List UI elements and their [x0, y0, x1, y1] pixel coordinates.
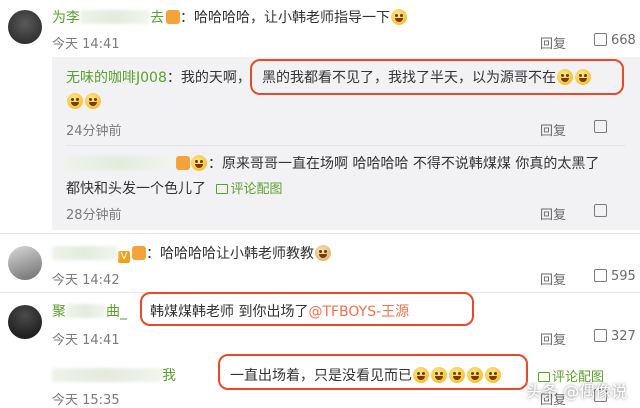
reply-button[interactable]: 回复: [540, 329, 566, 348]
timestamp: 28分钟前: [66, 208, 122, 223]
like-button[interactable]: 668: [594, 33, 636, 48]
reply-button[interactable]: 回复: [540, 33, 566, 52]
thumbs-up-icon: [594, 269, 607, 282]
like-button[interactable]: 595: [594, 269, 636, 284]
timestamp: 今天 15:35: [52, 393, 120, 408]
thumbs-up-icon: [594, 204, 607, 217]
laugh-emoji-icon: [191, 155, 207, 171]
verified-icon: V: [118, 251, 130, 263]
vip-icon: [132, 246, 146, 260]
reply-line: 无味的咖啡J008：我的天啊，: [66, 67, 251, 87]
comment-text: ：哈哈哈哈，让小韩老师指导一下: [180, 10, 390, 26]
laugh-emoji-icon: [67, 93, 83, 109]
comment-line: 为李 去 ：哈哈哈哈，让小韩老师指导一下: [52, 7, 408, 27]
comment-line: 我: [52, 365, 176, 385]
divider: [0, 233, 640, 234]
divider: [66, 145, 626, 146]
thumbs-up-icon: [594, 120, 607, 133]
reply-text: 都快和头发一个色儿了: [66, 181, 206, 197]
reply-text: ：原来哥哥一直在场啊 哈哈哈哈 不得不说韩煤煤 你真的太黑了: [208, 156, 600, 172]
like-button[interactable]: [594, 120, 611, 135]
timestamp: 今天 14:41: [52, 333, 120, 348]
like-button[interactable]: [594, 204, 611, 219]
highlight-box: [250, 59, 624, 95]
timestamp: 今天 14:42: [52, 273, 120, 288]
vip-icon: [176, 156, 190, 170]
like-count: 668: [611, 33, 636, 48]
username-suffix[interactable]: 去: [150, 10, 164, 26]
comment-line: V ：哈哈哈哈让小韩老师教教: [52, 243, 332, 263]
comment-text: ：哈哈哈哈让小韩老师教教: [146, 246, 314, 262]
like-count: 595: [611, 269, 636, 284]
thumbs-up-icon: [594, 329, 607, 342]
reply-text: ：我的天啊，: [166, 70, 251, 86]
avatar[interactable]: [8, 305, 42, 339]
reply-button[interactable]: 回复: [540, 120, 566, 139]
username-blur: [66, 304, 106, 318]
vip-icon: [166, 10, 180, 24]
username[interactable]: 聚: [52, 304, 66, 320]
username[interactable]: 为李: [52, 10, 80, 26]
username-blur: [52, 246, 118, 260]
reply-username[interactable]: 无味的咖啡J008: [66, 70, 167, 86]
dog-emoji-icon: [315, 245, 331, 261]
reply-button[interactable]: 回复: [540, 269, 566, 288]
username-suffix[interactable]: 我: [162, 368, 176, 384]
image-icon: [216, 184, 229, 194]
like-button[interactable]: 327: [594, 329, 636, 344]
reply-line-2: 都快和头发一个色儿了 评论配图: [66, 178, 282, 198]
reply-line: ：原来哥哥一直在场啊 哈哈哈哈 不得不说韩煤煤 你真的太黑了: [66, 153, 599, 173]
highlight-box: [218, 354, 528, 390]
highlight-box: [140, 292, 474, 326]
avatar[interactable]: [8, 246, 42, 280]
reply-button[interactable]: 回复: [540, 204, 566, 223]
username-blur: [52, 368, 162, 382]
laugh-emoji-icon: [391, 9, 407, 25]
reply-emoji-row: [66, 93, 102, 110]
timestamp: 今天 14:41: [52, 37, 120, 52]
watermark: 头条 @偶像说: [526, 382, 628, 401]
username-suffix[interactable]: 曲_: [106, 304, 127, 320]
comment-line: 聚 曲_: [52, 301, 127, 321]
thumbs-up-icon: [594, 33, 607, 46]
like-count: 327: [611, 329, 636, 344]
timestamp: 24分钟前: [66, 124, 122, 139]
username-blur: [80, 10, 150, 24]
laugh-emoji-icon: [85, 93, 101, 109]
username-blur: [66, 156, 174, 170]
avatar[interactable]: [8, 10, 42, 44]
comment-image-link[interactable]: 评论配图: [216, 182, 282, 197]
